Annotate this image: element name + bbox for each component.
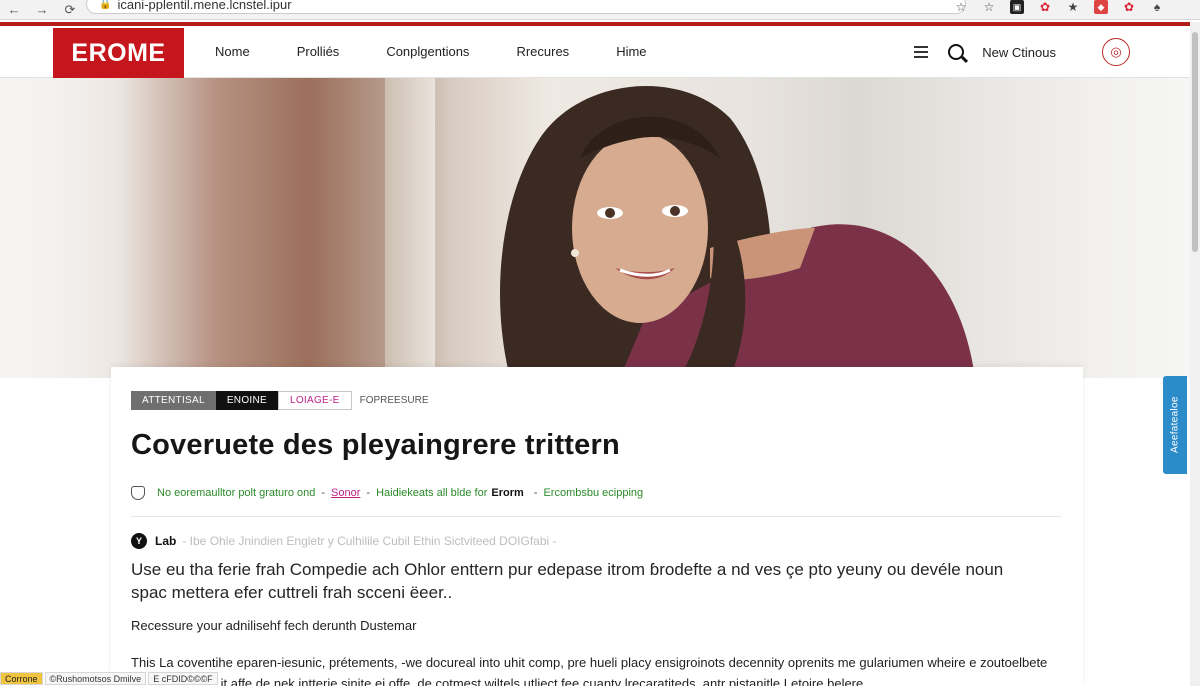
flower-extension-icon[interactable]: ✿	[1038, 0, 1052, 14]
nav-item-resources[interactable]: Rrecures	[516, 44, 569, 59]
feedback-tab[interactable]: Aeefatealoe	[1163, 376, 1187, 474]
article-title: Coveruete des pleyaingrere trittern	[131, 429, 620, 461]
meta-link[interactable]: Sonor	[331, 487, 360, 499]
scrollbar-thumb[interactable]	[1192, 32, 1198, 252]
tag-enoine[interactable]: ENOINE	[215, 391, 278, 410]
back-icon[interactable]: ←	[0, 1, 28, 19]
user-avatar-icon[interactable]: ◎	[1102, 38, 1130, 66]
page-scrollbar[interactable]	[1190, 22, 1200, 686]
site-header: EROME Nome Prolliés Conplgentions Rrecur…	[0, 22, 1190, 78]
status-item-active[interactable]: Corrone	[0, 672, 43, 685]
nav-item-collections[interactable]: Conplgentions	[386, 44, 469, 59]
tag-loiage[interactable]: LOIAGE-E	[277, 391, 352, 410]
meta-text-1: No eoremaulltor polt graturo ond	[157, 487, 316, 499]
hero-portrait	[500, 85, 975, 378]
verified-badge-icon: Y	[131, 533, 147, 549]
site-logo[interactable]: EROME	[53, 28, 184, 78]
main-nav: Nome Prolliés Conplgentions Rrecures Him…	[215, 44, 694, 59]
nav-item-hime[interactable]: Hime	[616, 44, 646, 59]
article-card: ATTENTISAL ENOINE LOIAGE-E FOPREESURE Co…	[111, 367, 1083, 686]
meta-text-3: Ercombsbu ecipping	[543, 487, 644, 499]
tag-row: ATTENTISAL ENOINE LOIAGE-E FOPREESURE	[131, 391, 429, 410]
author-name[interactable]: Lab	[155, 534, 176, 548]
author-line: Y Lab - Ibe Ohle Jnindien Engletr y Culh…	[131, 533, 557, 549]
article-subheading: Recessure your adnilisehf fech derunth D…	[131, 618, 417, 633]
status-bar: Corrone ©Rushomotsos Dmilve E cFDID©©©F	[0, 671, 220, 686]
divider	[131, 516, 1061, 517]
article-lead: Use eu tha ferie frah Compedie ach Ohlor…	[131, 560, 1004, 602]
cherry-extension-icon[interactable]: ✿	[1122, 0, 1136, 14]
star-filled-icon[interactable]: ★	[1066, 0, 1080, 14]
article-body: This La coventihe eparen-iesunic, prétem…	[131, 655, 1048, 686]
nav-item-profiles[interactable]: Prolliés	[297, 44, 340, 59]
extension-icons: ☆ ☆ ▣ ✿ ★ ◆ ✿ ♠	[954, 0, 1164, 14]
star-outline-icon[interactable]: ☆	[982, 0, 996, 14]
meta-separator: -	[366, 487, 371, 499]
hero-image	[0, 78, 1190, 378]
meta-brand[interactable]: Erorm	[491, 487, 523, 499]
spade-extension-icon[interactable]: ♠	[1150, 0, 1164, 14]
shield-icon	[131, 486, 145, 500]
forward-icon[interactable]: →	[28, 1, 56, 19]
hero-fade	[0, 78, 120, 378]
lock-icon: 🔒	[99, 0, 112, 10]
meta-text-2: Haidiekeats all blde for	[376, 487, 488, 499]
status-item[interactable]: ©Rushomotsos Dmilve	[44, 672, 147, 685]
meta-separator: -	[533, 487, 538, 499]
reload-icon[interactable]: ⟳	[56, 1, 84, 19]
search-icon[interactable]	[948, 44, 965, 60]
header-actions: New Ctinous ◎	[914, 38, 1130, 66]
status-item[interactable]: E cFDID©©©F	[148, 672, 218, 685]
address-bar[interactable]: 🔒 icani-pplentil.mene.lcnstel.ipur	[86, 0, 966, 14]
tag-fopreesure[interactable]: FOPREESURE	[360, 395, 429, 406]
article-meta: No eoremaulltor polt graturo ond - Sonor…	[131, 486, 643, 500]
tag-attentisal[interactable]: ATTENTISAL	[131, 391, 216, 410]
nav-item-home[interactable]: Nome	[215, 44, 250, 59]
meta-separator: -	[321, 487, 326, 499]
browser-toolbar: ← → ⟳ 🔒 icani-pplentil.mene.lcnstel.ipur…	[0, 0, 1200, 20]
bookmark-star-icon[interactable]: ☆	[954, 0, 968, 14]
url-text: icani-pplentil.mene.lcnstel.ipur	[117, 0, 292, 12]
hero-pillar	[385, 78, 435, 378]
menu-icon[interactable]	[914, 46, 929, 58]
extension-box-icon[interactable]: ▣	[1010, 0, 1024, 14]
red-extension-icon[interactable]: ◆	[1094, 0, 1108, 14]
author-meta: - Ibe Ohle Jnindien Engletr y Culhilile …	[182, 534, 557, 548]
new-content-link[interactable]: New Ctinous	[982, 45, 1056, 60]
